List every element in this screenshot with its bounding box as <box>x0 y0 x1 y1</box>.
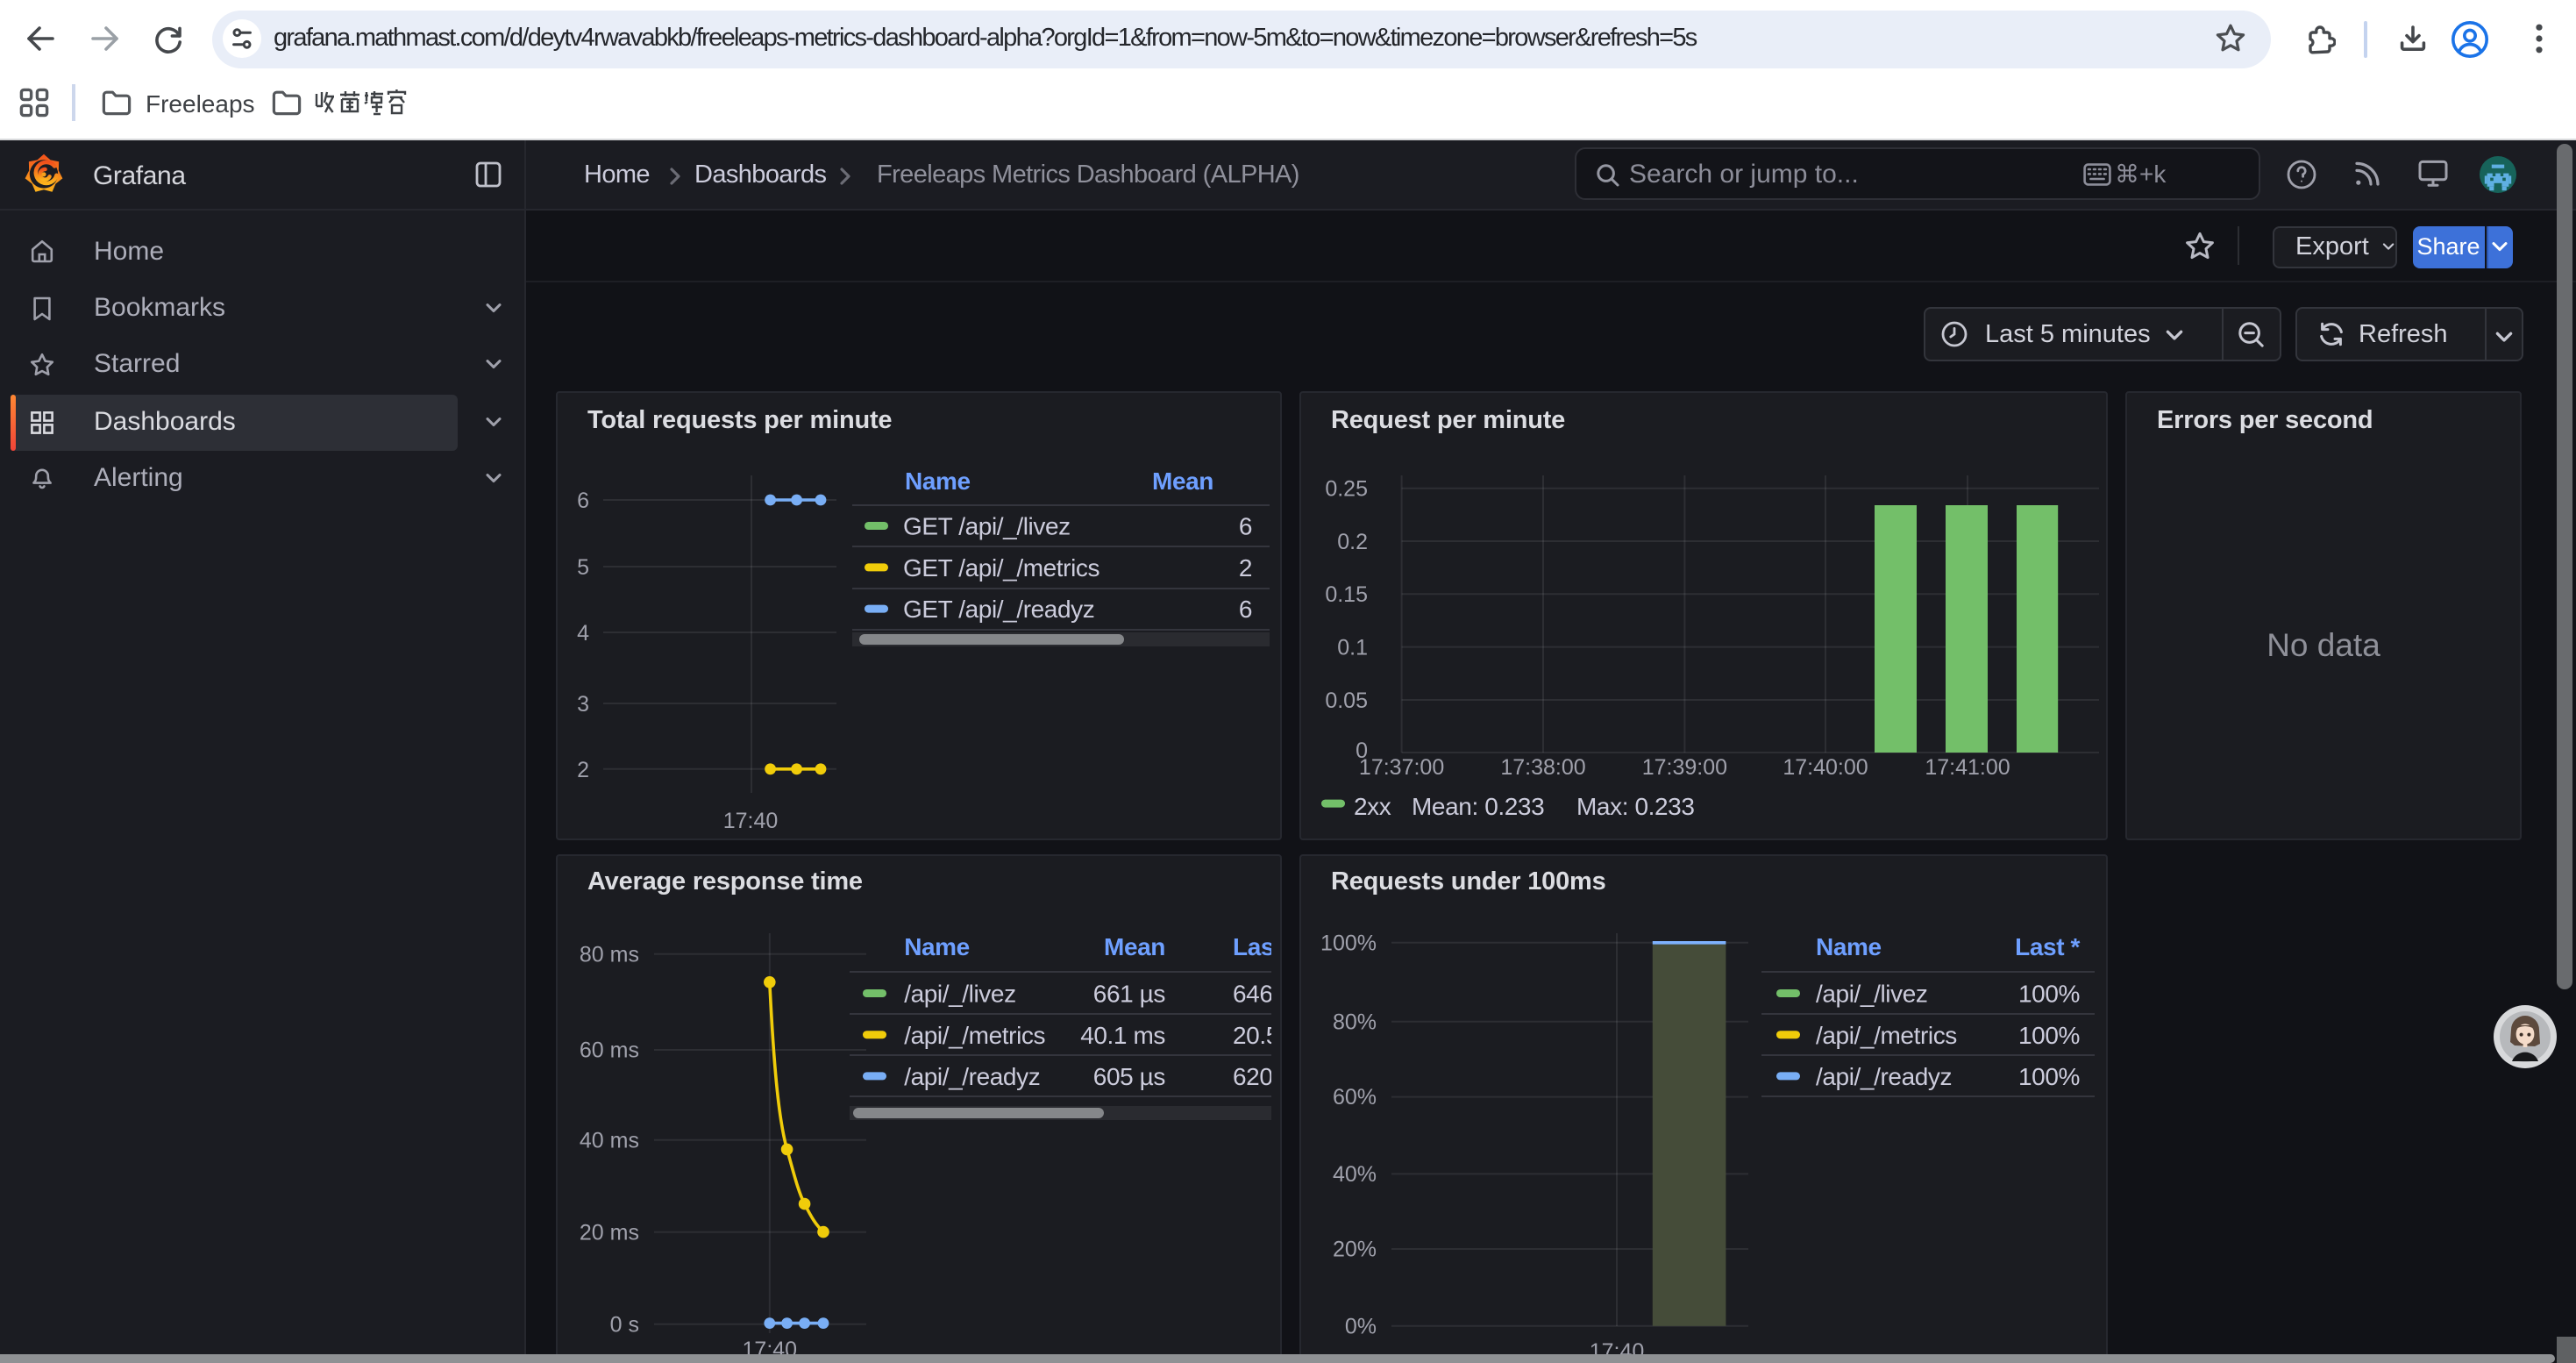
svg-text:20 ms: 20 ms <box>580 1220 639 1245</box>
svg-text:6: 6 <box>577 489 589 513</box>
svg-text:Last *: Last * <box>2015 932 2080 960</box>
svg-text:/api/_/livez: /api/_/livez <box>904 980 1016 1007</box>
svg-text:Mean: Mean <box>1152 467 1213 495</box>
svg-text:17:37:00: 17:37:00 <box>1359 755 1444 780</box>
svg-text:/api/_/metrics: /api/_/metrics <box>904 1021 1045 1048</box>
svg-text:0.15: 0.15 <box>1325 582 1368 607</box>
svg-text:100%: 100% <box>1320 931 1377 955</box>
svg-text:0%: 0% <box>1345 1314 1377 1338</box>
svg-text:2xx: 2xx <box>1354 793 1391 820</box>
svg-text:620 µs: 620 µs <box>1233 1062 1271 1089</box>
svg-text:Mean: Mean <box>1104 932 1165 960</box>
svg-text:/api/_/readyz: /api/_/readyz <box>904 1062 1040 1089</box>
svg-text:646 µs: 646 µs <box>1233 980 1271 1007</box>
svg-text:0.05: 0.05 <box>1325 689 1368 713</box>
svg-text:Name: Name <box>904 932 970 960</box>
svg-text:GET /api/_/metrics: GET /api/_/metrics <box>903 554 1099 582</box>
svg-text:100%: 100% <box>2018 1021 2080 1048</box>
svg-text:17:41:00: 17:41:00 <box>1925 755 2010 780</box>
svg-text:80%: 80% <box>1333 1010 1377 1034</box>
svg-text:4: 4 <box>577 621 589 646</box>
svg-text:0.25: 0.25 <box>1325 477 1368 502</box>
svg-text:17:40:00: 17:40:00 <box>1783 755 1868 780</box>
svg-text:60%: 60% <box>1333 1085 1377 1110</box>
svg-text:Name: Name <box>1816 932 1882 960</box>
svg-text:40%: 40% <box>1333 1161 1377 1186</box>
svg-text:0.2: 0.2 <box>1337 530 1368 554</box>
svg-text:6: 6 <box>1239 513 1252 540</box>
svg-text:0 s: 0 s <box>610 1312 639 1337</box>
svg-text:Max: 0.233: Max: 0.233 <box>1576 793 1695 820</box>
svg-text:605 µs: 605 µs <box>1093 1062 1165 1089</box>
svg-text:3: 3 <box>577 692 589 717</box>
svg-text:100%: 100% <box>2018 1062 2080 1089</box>
svg-text:2: 2 <box>577 758 589 782</box>
svg-text:40 ms: 40 ms <box>580 1128 639 1152</box>
svg-text:17:38:00: 17:38:00 <box>1500 755 1585 780</box>
svg-text:20%: 20% <box>1333 1237 1377 1261</box>
svg-text:Last *: Last * <box>1233 932 1271 960</box>
svg-text:17:40: 17:40 <box>723 809 779 833</box>
svg-text:2: 2 <box>1239 554 1252 582</box>
svg-text:GET /api/_/readyz: GET /api/_/readyz <box>903 596 1094 623</box>
svg-text:/api/_/livez: /api/_/livez <box>1816 980 1928 1007</box>
svg-text:Name: Name <box>905 467 971 495</box>
svg-text:6: 6 <box>1239 596 1252 623</box>
svg-text:661 µs: 661 µs <box>1093 980 1165 1007</box>
svg-text:GET /api/_/livez: GET /api/_/livez <box>903 513 1071 540</box>
svg-text:20.5 ms: 20.5 ms <box>1233 1021 1271 1048</box>
svg-text:100%: 100% <box>2018 980 2080 1007</box>
svg-text:60 ms: 60 ms <box>580 1038 639 1062</box>
svg-text:0.1: 0.1 <box>1337 635 1368 660</box>
svg-text:17:39:00: 17:39:00 <box>1642 755 1727 780</box>
svg-text:/api/_/readyz: /api/_/readyz <box>1816 1062 1952 1089</box>
svg-text:5: 5 <box>577 555 589 580</box>
svg-text:/api/_/metrics: /api/_/metrics <box>1816 1021 1957 1048</box>
svg-text:80 ms: 80 ms <box>580 942 639 967</box>
svg-text:Mean: 0.233: Mean: 0.233 <box>1412 793 1544 820</box>
svg-text:40.1 ms: 40.1 ms <box>1080 1021 1165 1048</box>
